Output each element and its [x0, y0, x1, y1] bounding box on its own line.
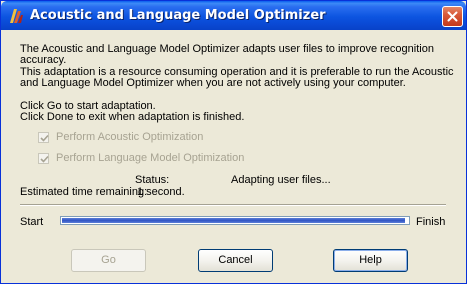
eta-label: Estimated time remaining:	[20, 186, 148, 198]
close-icon	[447, 11, 458, 22]
app-logo-icon	[8, 7, 24, 24]
acoustic-optimization-checkbox[interactable]	[38, 132, 49, 143]
progress-start-label: Start	[20, 216, 44, 228]
progress-fill	[62, 218, 405, 223]
optimizer-dialog: Acoustic and Language Model Optimizer Th…	[0, 0, 467, 284]
language-model-optimization-label: Perform Language Model Optimization	[56, 152, 245, 164]
status-label: Status:	[135, 174, 170, 186]
description-line: The Acoustic and Language Model Optimize…	[20, 43, 434, 55]
instruction-done: Click Done to exit when adaptation is fi…	[20, 111, 245, 123]
description-line: accuracy.	[20, 54, 67, 66]
go-button[interactable]: Go	[71, 249, 146, 272]
progress-finish-label: Finish	[416, 216, 446, 228]
cancel-button[interactable]: Cancel	[198, 249, 273, 272]
language-model-optimization-checkbox[interactable]	[38, 153, 49, 164]
help-button[interactable]: Help	[333, 249, 408, 272]
close-button[interactable]	[442, 6, 463, 27]
window-title: Acoustic and Language Model Optimizer	[30, 8, 326, 23]
description-line: and Language Model Optimizer when you ar…	[20, 77, 406, 89]
checkmark-icon	[40, 134, 49, 142]
acoustic-optimization-label: Perform Acoustic Optimization	[56, 131, 204, 143]
status-value: Adapting user files...	[231, 174, 331, 186]
separator	[20, 204, 446, 206]
title-bar[interactable]: Acoustic and Language Model Optimizer	[1, 1, 466, 30]
adaptation-progress-bar	[60, 216, 410, 225]
checkmark-icon	[40, 155, 49, 163]
eta-value: 1 second.	[137, 186, 185, 198]
